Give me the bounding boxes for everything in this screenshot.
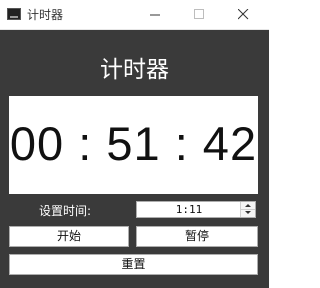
title-bar[interactable]: 计时器 <box>0 0 269 30</box>
minimize-button[interactable] <box>136 0 176 29</box>
app-icon <box>7 8 21 20</box>
spinbox-arrows <box>240 202 255 217</box>
pause-button[interactable]: 暂停 <box>136 226 258 247</box>
set-time-label: 设置时间: <box>39 204 92 218</box>
window-title: 计时器 <box>27 8 64 22</box>
spin-up-icon[interactable] <box>241 202 255 210</box>
maximize-button[interactable] <box>180 0 220 29</box>
close-button[interactable] <box>224 0 264 29</box>
minimize-icon <box>150 14 160 16</box>
spin-down-icon[interactable] <box>241 210 255 217</box>
timer-display-text: 00 : 51 : 42 <box>9 117 258 170</box>
page-title: 计时器 <box>100 57 169 83</box>
set-time-value[interactable]: 1:11 <box>137 203 241 216</box>
start-button[interactable]: 开始 <box>9 226 129 247</box>
maximize-icon <box>194 9 204 19</box>
set-time-spinbox[interactable]: 1:11 <box>136 201 256 218</box>
timer-window: 计时器 计时器 00 : 51 : 42 设置时间: 1:11 开始 暂停 重置 <box>0 0 269 288</box>
reset-button[interactable]: 重置 <box>9 254 258 275</box>
close-icon <box>238 9 249 20</box>
timer-display: 00 : 51 : 42 <box>9 96 258 194</box>
